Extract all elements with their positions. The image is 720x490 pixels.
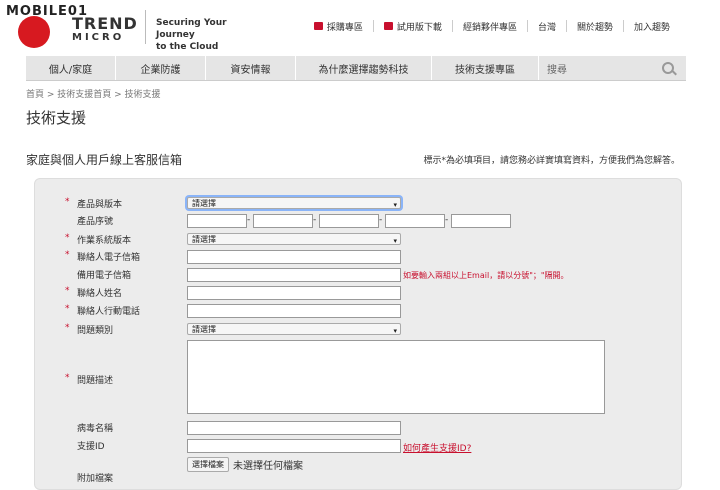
os-select[interactable]: 請選擇 ▾ xyxy=(187,233,401,245)
email-field[interactable] xyxy=(187,250,401,264)
backup-email-note: 如要輸入兩組以上Email，請以分號"；"隔開。 xyxy=(403,271,569,280)
os-label: 作業系統版本 xyxy=(77,236,132,246)
tagline: Securing Your Journey to the Cloud xyxy=(156,17,266,53)
search-input[interactable]: 搜尋 xyxy=(539,56,686,80)
nav-item-support[interactable]: 技術支援專區 xyxy=(432,56,539,80)
top-links: 採購專區 試用版下載 經銷夥伴專區 台灣 關於趨勢 加入趨勢 xyxy=(304,20,680,33)
serial-field-4[interactable] xyxy=(385,214,445,228)
nav-item-home[interactable]: 個人/家庭 xyxy=(26,56,116,80)
serial-dash: - xyxy=(313,215,317,225)
cart-icon xyxy=(313,22,323,30)
header: MOBILE01 TREND MICRO Securing Your Journ… xyxy=(0,0,720,52)
support-id-help-link[interactable]: 如何產生支援ID? xyxy=(403,441,471,454)
description-label: 問題描述 xyxy=(77,376,114,386)
phone-label: 聯絡人行動電話 xyxy=(77,307,141,317)
logo-sub: MICRO xyxy=(72,32,125,43)
required-star: * xyxy=(65,304,70,314)
serial-field-3[interactable] xyxy=(319,214,379,228)
search-icon[interactable] xyxy=(662,62,674,74)
required-star: * xyxy=(65,373,70,383)
search-placeholder: 搜尋 xyxy=(547,64,567,76)
nav-item-business[interactable]: 企業防護 xyxy=(116,56,206,80)
product-label: 產品與版本 xyxy=(77,200,123,210)
required-note: 標示*為必填項目，請您務必詳實填寫資料，方便我們為您解答。 xyxy=(423,156,680,166)
serial-label: 產品序號 xyxy=(77,217,114,227)
description-textarea[interactable] xyxy=(187,340,605,414)
nav-item-why-trend[interactable]: 為什麼選擇趨勢科技 xyxy=(296,56,432,80)
page-title: 技術支援 xyxy=(26,109,87,127)
email-label: 聯絡人電子信箱 xyxy=(77,253,141,263)
required-star: * xyxy=(65,233,70,243)
top-link-careers[interactable]: 加入趨勢 xyxy=(622,20,680,33)
main-nav: 個人/家庭 企業防護 資安情報 為什麼選擇趨勢科技 技術支援專區 搜尋 xyxy=(26,56,686,81)
serial-field-5[interactable] xyxy=(451,214,511,228)
nav-item-security-intel[interactable]: 資安情報 xyxy=(206,56,296,80)
download-icon xyxy=(383,22,393,30)
category-label: 問題類別 xyxy=(77,326,114,336)
logo-mark-icon xyxy=(18,16,50,48)
top-link-purchase[interactable]: 採購專區 xyxy=(304,20,373,33)
virus-name-field[interactable] xyxy=(187,421,401,435)
file-status: 未選擇任何檔案 xyxy=(233,461,303,472)
serial-field-1[interactable] xyxy=(187,214,247,228)
phone-field[interactable] xyxy=(187,304,401,318)
tagline-line2: to the Cloud xyxy=(156,42,219,52)
serial-dash: - xyxy=(247,215,251,225)
logo-name: TREND xyxy=(72,14,138,33)
product-select[interactable]: 請選擇 ▾ xyxy=(187,197,401,209)
required-star: * xyxy=(65,323,70,333)
header-divider xyxy=(145,10,146,44)
section-title: 家庭與個人用戶線上客服信箱 xyxy=(26,153,183,167)
required-star: * xyxy=(65,286,70,296)
serial-field-2[interactable] xyxy=(253,214,313,228)
required-star: * xyxy=(65,250,70,260)
name-label: 聯絡人姓名 xyxy=(77,289,123,299)
select-arrow-icon: ▾ xyxy=(393,201,397,209)
trend-micro-logo[interactable]: MOBILE01 TREND MICRO xyxy=(6,4,138,48)
top-link-region[interactable]: 台灣 xyxy=(526,20,566,33)
serial-dash: - xyxy=(445,215,449,225)
category-select[interactable]: 請選擇 ▾ xyxy=(187,323,401,335)
file-chooser: 選擇檔案 未選擇任何檔案 xyxy=(187,457,303,472)
support-form: * 產品與版本 請選擇 ▾ 產品序號 - - - - * 作業系統版本 請選擇 ▾ … xyxy=(34,178,682,490)
select-arrow-icon: ▾ xyxy=(393,237,397,245)
required-star: * xyxy=(65,197,70,207)
backup-email-label: 備用電子信箱 xyxy=(77,271,132,281)
support-id-label: 支援ID xyxy=(77,442,105,452)
choose-file-button[interactable]: 選擇檔案 xyxy=(187,457,229,472)
support-id-field[interactable] xyxy=(187,439,401,453)
top-link-trial[interactable]: 試用版下載 xyxy=(372,20,452,33)
virus-label: 病毒名稱 xyxy=(77,424,114,434)
tagline-line1: Securing Your Journey xyxy=(156,18,227,40)
backup-email-field[interactable] xyxy=(187,268,401,282)
top-link-partner[interactable]: 經銷夥伴專區 xyxy=(451,20,527,33)
breadcrumb[interactable]: 首頁 > 技術支援首頁 > 技術支援 xyxy=(26,87,161,100)
serial-dash: - xyxy=(379,215,383,225)
select-arrow-icon: ▾ xyxy=(393,327,397,335)
name-field[interactable] xyxy=(187,286,401,300)
top-link-about[interactable]: 關於趨勢 xyxy=(565,20,623,33)
